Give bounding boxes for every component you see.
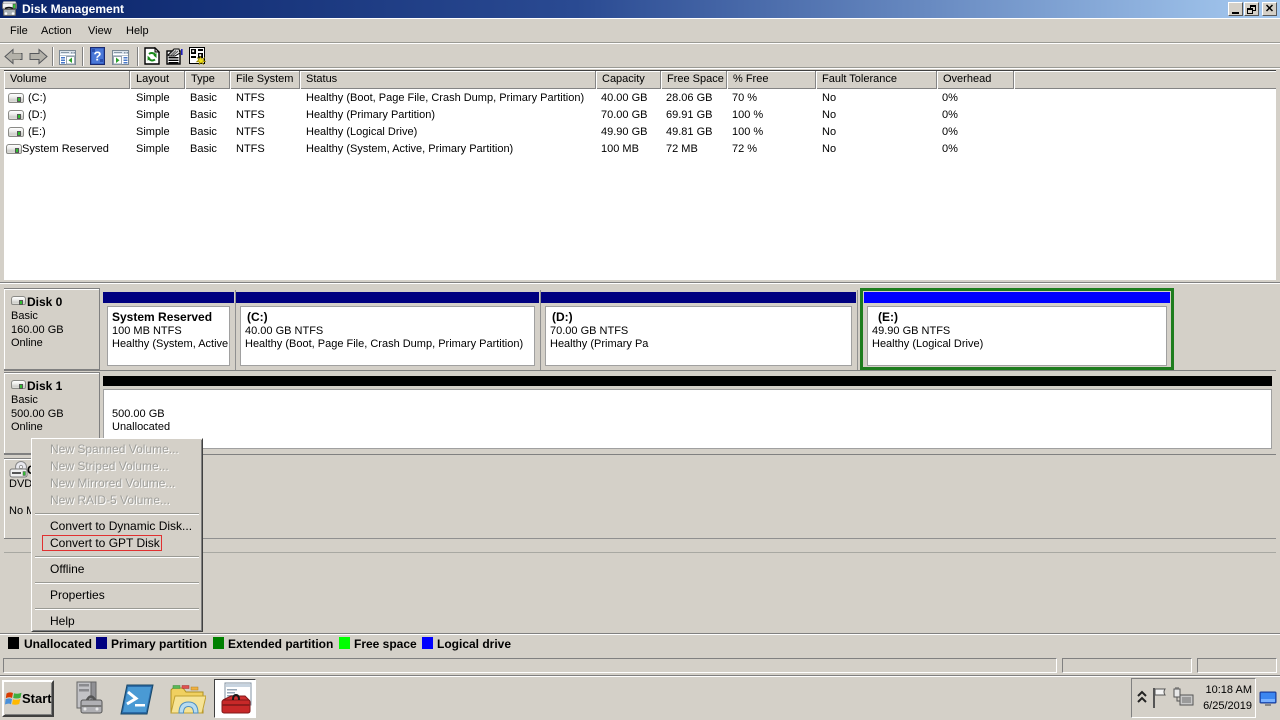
svg-text:?: ? xyxy=(94,49,102,64)
